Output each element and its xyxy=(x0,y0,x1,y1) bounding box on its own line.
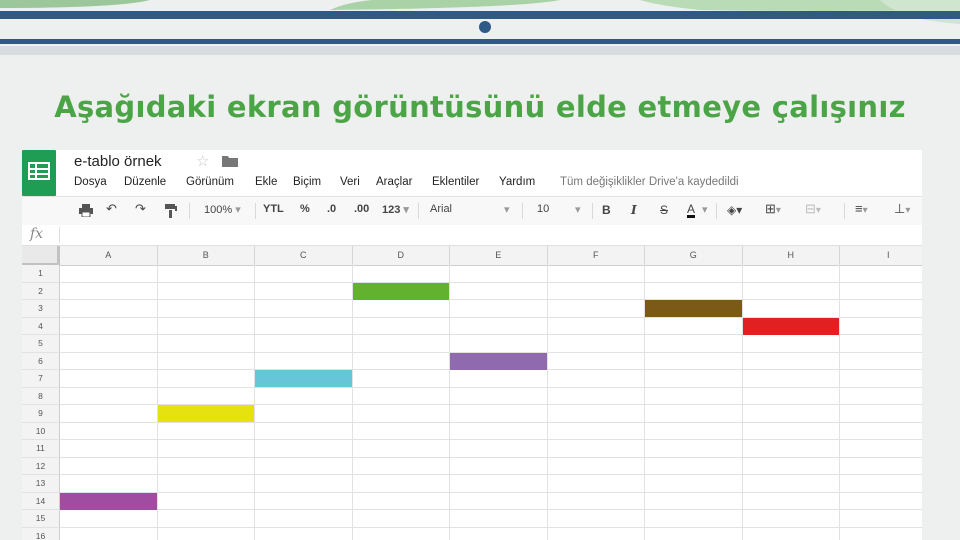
row-header-16[interactable]: 16 xyxy=(22,527,60,540)
column-header-row: ABCDEFGHI xyxy=(22,246,922,266)
grid-line-horizontal xyxy=(60,526,922,528)
grid-line-horizontal xyxy=(60,509,922,510)
more-formats-label: 123 xyxy=(382,204,401,216)
column-header-b[interactable]: B xyxy=(158,246,255,265)
filled-cell-b9[interactable] xyxy=(157,405,254,422)
print-icon[interactable] xyxy=(79,204,93,217)
row-header-10[interactable]: 10 xyxy=(22,422,60,440)
select-all-corner[interactable] xyxy=(22,246,60,265)
menu-help[interactable]: Yardım xyxy=(499,176,535,188)
row-header-9[interactable]: 9 xyxy=(22,405,60,423)
font-value: Arial xyxy=(430,203,453,215)
row-header-12[interactable]: 12 xyxy=(22,457,60,475)
fx-icon: fx xyxy=(30,226,44,242)
column-header-a[interactable]: A xyxy=(60,246,158,265)
star-icon[interactable]: ☆ xyxy=(196,152,209,170)
paint-format-icon[interactable] xyxy=(165,204,177,218)
row-header-8[interactable]: 8 xyxy=(22,387,60,405)
font-size-select[interactable]: 10 ▾ xyxy=(537,203,587,216)
vertical-align-icon[interactable]: ⊥▾ xyxy=(894,201,910,217)
percent-button[interactable]: % xyxy=(300,203,310,215)
slide-title: Aşağıdaki ekran görüntüsünü elde etmeye … xyxy=(54,90,906,124)
menu-insert[interactable]: Ekle xyxy=(255,176,277,188)
folder-icon[interactable] xyxy=(222,155,238,167)
text-color-dropdown-icon[interactable]: ▾ xyxy=(702,203,708,216)
document-title[interactable]: e-tablo örnek xyxy=(74,153,162,170)
decorative-waves xyxy=(0,0,960,24)
undo-icon[interactable]: ↶ xyxy=(106,201,117,217)
align-left-icon[interactable]: ≡▾ xyxy=(855,201,868,216)
grid-line-vertical xyxy=(254,265,255,540)
column-header-g[interactable]: G xyxy=(645,246,743,265)
grid-line-horizontal xyxy=(60,386,922,388)
more-formats-button[interactable]: 123 ▾ xyxy=(382,203,409,216)
save-status[interactable]: Tüm değişiklikler Drive'a kaydedildi xyxy=(560,176,739,188)
menu-data[interactable]: Veri xyxy=(340,176,360,188)
menu-addons[interactable]: Eklentiler xyxy=(432,176,479,188)
row-header-4[interactable]: 4 xyxy=(22,317,60,335)
row-header-13[interactable]: 13 xyxy=(22,475,60,493)
grid-line-vertical xyxy=(839,265,840,540)
toolbar: ↶ ↷ 100% ▾ YTL % .0 .00 123 ▾ Arial ▾ 10 ▾… xyxy=(22,196,922,226)
grid-line-horizontal xyxy=(60,474,922,475)
row-header-15[interactable]: 15 xyxy=(22,510,60,528)
row-header-5[interactable]: 5 xyxy=(22,335,60,353)
borders-icon[interactable]: ⊞▾ xyxy=(765,201,781,217)
grid-line-vertical xyxy=(351,265,353,540)
increase-decimal-button[interactable]: .00 xyxy=(354,203,369,215)
grid-line-vertical xyxy=(156,265,158,540)
merge-cells-icon[interactable]: ⊟▾ xyxy=(805,201,821,217)
row-header-1[interactable]: 1 xyxy=(22,265,60,283)
filled-cell-e6[interactable] xyxy=(450,352,547,370)
italic-button[interactable]: I xyxy=(631,203,637,217)
slider-dot xyxy=(479,21,491,33)
grid-line-vertical xyxy=(546,265,548,540)
column-header-h[interactable]: H xyxy=(743,246,840,265)
row-header-11[interactable]: 11 xyxy=(22,440,60,458)
row-header-6[interactable]: 6 xyxy=(22,352,60,370)
fill-color-icon[interactable]: ◈▾ xyxy=(727,203,742,217)
menu-file[interactable]: Dosya xyxy=(74,176,107,188)
filled-cell-d2[interactable] xyxy=(352,282,449,300)
row-header-14[interactable]: 14 xyxy=(22,492,60,510)
filled-cell-g3[interactable] xyxy=(645,300,742,317)
zoom-select[interactable]: 100% ▾ xyxy=(204,203,241,216)
cell-grid[interactable]: ABCDEFGHI 1 2 3 4 5 6 7 8 9 10 11 12 13 14 15 16 xyxy=(22,246,922,540)
row-header-2[interactable]: 2 xyxy=(22,282,60,300)
row-header-7[interactable]: 7 xyxy=(22,370,60,388)
grid-line-horizontal xyxy=(60,299,922,300)
grid-line-vertical xyxy=(741,265,743,540)
currency-button[interactable]: YTL xyxy=(263,203,284,215)
column-header-i[interactable]: I xyxy=(840,246,922,265)
bold-button[interactable]: B xyxy=(602,203,611,217)
decrease-decimal-button[interactable]: .0 xyxy=(327,203,336,215)
menu-tools[interactable]: Araçlar xyxy=(376,176,412,188)
column-header-e[interactable]: E xyxy=(450,246,548,265)
grid-line-vertical xyxy=(449,265,450,540)
column-header-d[interactable]: D xyxy=(353,246,450,265)
menu-view[interactable]: Görünüm xyxy=(186,176,234,188)
spreadsheet-screenshot: e-tablo örnek ☆ Dosya Düzenle Görünüm Ek… xyxy=(22,150,922,540)
sheets-logo-icon xyxy=(22,150,56,196)
redo-icon[interactable]: ↷ xyxy=(135,201,146,217)
grid-line-horizontal xyxy=(60,491,922,493)
text-color-button[interactable]: A xyxy=(687,203,696,218)
menu-format[interactable]: Biçim xyxy=(293,176,321,188)
column-header-c[interactable]: C xyxy=(255,246,353,265)
font-select[interactable]: Arial ▾ xyxy=(430,203,518,216)
filled-cell-a14[interactable] xyxy=(60,492,157,510)
strikethrough-button[interactable]: S xyxy=(660,203,668,217)
filled-cell-c7[interactable] xyxy=(255,370,352,387)
grid-line-horizontal xyxy=(60,456,922,458)
menu-edit[interactable]: Düzenle xyxy=(124,176,166,188)
formula-bar[interactable]: fx xyxy=(22,225,922,246)
row-header-3[interactable]: 3 xyxy=(22,300,60,318)
filled-cell-h4[interactable] xyxy=(742,317,839,335)
grid-line-horizontal xyxy=(60,281,922,283)
zoom-value: 100% xyxy=(204,204,233,216)
grid-line-horizontal xyxy=(60,439,922,440)
column-header-f[interactable]: F xyxy=(548,246,645,265)
font-size-value: 10 xyxy=(537,203,550,215)
